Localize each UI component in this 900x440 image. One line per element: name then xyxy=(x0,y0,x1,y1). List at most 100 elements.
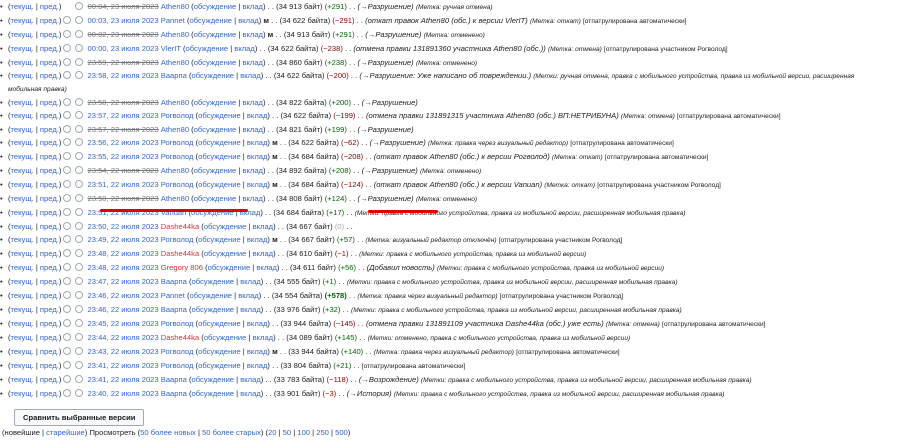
revision-radio-new[interactable] xyxy=(75,166,84,174)
cur-link[interactable]: текущ. xyxy=(11,291,34,300)
user-link[interactable]: Athen80 xyxy=(161,98,189,107)
prev-link[interactable]: пред. xyxy=(40,208,59,217)
revision-radio-new[interactable] xyxy=(75,291,84,299)
revision-radio-new[interactable] xyxy=(75,222,84,230)
revision-date-link[interactable]: 00:04, 23 июля 2023 xyxy=(88,2,159,11)
pager-oldest-link[interactable]: старейшие xyxy=(46,428,85,437)
contribs-link[interactable]: вклад xyxy=(247,152,268,161)
talk-link[interactable]: обсуждение xyxy=(194,166,237,175)
user-link[interactable]: Ваарпа xyxy=(161,375,187,384)
revision-date-link[interactable]: 00:00, 23 июля 2023 xyxy=(88,44,159,53)
revision-radio-old[interactable] xyxy=(63,333,72,341)
prev-link[interactable]: пред. xyxy=(40,263,59,272)
user-link[interactable]: Athen80 xyxy=(161,125,189,134)
revision-date-link[interactable]: 23:43, 22 июля 2023 xyxy=(88,347,159,356)
revision-radio-new[interactable] xyxy=(75,58,84,66)
cur-link[interactable]: текущ. xyxy=(11,152,34,161)
revision-radio-old[interactable] xyxy=(63,249,72,257)
talk-link[interactable]: обсуждение xyxy=(204,222,247,231)
prev-link[interactable]: пред. xyxy=(40,347,59,356)
contribs-link[interactable]: вклад xyxy=(240,389,261,398)
pager-size-500[interactable]: 500 xyxy=(335,428,348,437)
talk-link[interactable]: обсуждение xyxy=(189,291,232,300)
contribs-link[interactable]: вклад xyxy=(242,166,263,175)
prev-link[interactable]: пред. xyxy=(40,58,59,67)
cur-link[interactable]: текущ. xyxy=(11,125,34,134)
prev-link[interactable]: пред. xyxy=(40,222,59,231)
revision-radio-new[interactable] xyxy=(75,152,84,160)
revision-date-link[interactable]: 00:03, 23 июля 2023 xyxy=(88,16,159,25)
cur-link[interactable]: текущ. xyxy=(11,44,34,53)
prev-link[interactable]: пред. xyxy=(40,111,59,120)
cur-link[interactable]: текущ. xyxy=(11,98,34,107)
user-link[interactable]: Рогволод xyxy=(161,152,194,161)
revision-radio-new[interactable] xyxy=(75,208,84,216)
revision-radio-old[interactable] xyxy=(63,98,72,106)
cur-link[interactable]: текущ. xyxy=(11,263,34,272)
prev-link[interactable]: пред. xyxy=(40,235,59,244)
revision-date-link[interactable]: 23:47, 22 июля 2023 xyxy=(88,277,159,286)
revision-date-link[interactable]: 23:58, 22 июля 2023 xyxy=(88,98,159,107)
cur-link[interactable]: текущ. xyxy=(11,111,34,120)
contribs-link[interactable]: вклад xyxy=(242,125,263,134)
revision-date-link[interactable]: 23:46, 22 июля 2023 xyxy=(88,291,159,300)
user-link[interactable]: Рогволод xyxy=(161,361,194,370)
revision-date-link[interactable]: 23:51, 22 июля 2023 xyxy=(88,180,159,189)
contribs-link[interactable]: вклад xyxy=(240,71,261,80)
cur-link[interactable]: текущ. xyxy=(11,222,34,231)
cur-link[interactable]: текущ. xyxy=(11,58,34,67)
cur-link[interactable]: текущ. xyxy=(11,71,34,80)
revision-radio-new[interactable] xyxy=(75,361,84,369)
pager-size-50[interactable]: 50 xyxy=(283,428,291,437)
contribs-link[interactable]: вклад xyxy=(240,375,261,384)
talk-link[interactable]: обсуждение xyxy=(191,305,234,314)
revision-date-link[interactable]: 23:50, 22 июля 2023 xyxy=(88,222,159,231)
revision-date-link[interactable]: 23:46, 22 июля 2023 xyxy=(88,305,159,314)
talk-link[interactable]: обсуждение xyxy=(191,71,234,80)
prev-link[interactable]: пред. xyxy=(40,125,59,134)
talk-link[interactable]: обсуждение xyxy=(198,111,241,120)
revision-radio-old[interactable] xyxy=(63,277,72,285)
prev-link[interactable]: пред. xyxy=(40,277,59,286)
contribs-link[interactable]: вклад xyxy=(240,277,261,286)
contribs-link[interactable]: вклад xyxy=(247,319,268,328)
cur-link[interactable]: текущ. xyxy=(11,333,34,342)
user-link[interactable]: Ваарпа xyxy=(161,305,187,314)
revision-radio-new[interactable] xyxy=(75,235,84,243)
user-link[interactable]: Ваарпа xyxy=(161,389,187,398)
prev-link[interactable]: пред. xyxy=(40,305,59,314)
prev-link[interactable]: пред. xyxy=(40,44,59,53)
user-link[interactable]: Athen80 xyxy=(161,30,189,39)
revision-radio-new[interactable] xyxy=(75,180,84,188)
revision-radio-old[interactable] xyxy=(63,58,72,66)
contribs-link[interactable]: вклад xyxy=(242,98,263,107)
revision-radio-new[interactable] xyxy=(75,44,84,52)
revision-date-link[interactable]: 23:57, 22 июля 2023 xyxy=(88,125,159,134)
user-link[interactable]: Dashe44ka xyxy=(161,249,199,258)
user-link[interactable]: Рогволод xyxy=(161,319,194,328)
revision-radio-new[interactable] xyxy=(75,71,84,79)
contribs-link[interactable]: вклад xyxy=(253,222,274,231)
prev-link[interactable]: пред. xyxy=(40,319,59,328)
talk-link[interactable]: обсуждение xyxy=(204,333,247,342)
prev-link[interactable]: пред. xyxy=(40,375,59,384)
revision-radio-old[interactable] xyxy=(63,125,72,133)
cur-link[interactable]: текущ. xyxy=(11,361,34,370)
revision-date-link[interactable]: 23:59, 22 июля 2023 xyxy=(88,58,159,67)
contribs-link[interactable]: вклад xyxy=(247,235,268,244)
revision-date-link[interactable]: 23:54, 22 июля 2023 xyxy=(88,166,159,175)
talk-link[interactable]: обсуждение xyxy=(194,194,237,203)
revision-radio-new[interactable] xyxy=(75,125,84,133)
user-link[interactable]: Рогволод xyxy=(161,138,194,147)
revision-date-link[interactable]: 23:49, 22 июля 2023 xyxy=(88,235,159,244)
prev-link[interactable]: пред. xyxy=(40,30,59,39)
revision-radio-old[interactable] xyxy=(63,222,72,230)
user-link[interactable]: Рогволод xyxy=(161,347,194,356)
talk-link[interactable]: обсуждение xyxy=(186,44,229,53)
user-link[interactable]: Ваарпа xyxy=(161,277,187,286)
contribs-link[interactable]: вклад xyxy=(242,2,263,11)
contribs-link[interactable]: вклад xyxy=(238,291,259,300)
revision-date-link[interactable]: 23:40, 22 июля 2023 xyxy=(88,389,159,398)
talk-link[interactable]: обсуждение xyxy=(191,389,234,398)
revision-radio-old[interactable] xyxy=(63,30,72,38)
